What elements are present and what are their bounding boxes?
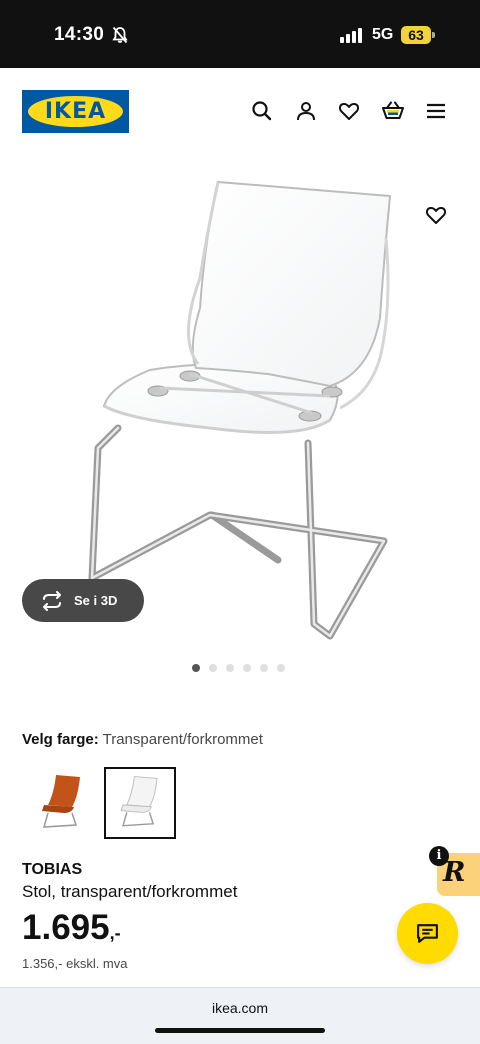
color-value: Transparent/forkrommet	[102, 731, 263, 748]
color-swatch-orange[interactable]	[26, 767, 98, 839]
color-swatch-transparent[interactable]	[104, 767, 176, 839]
ikea-logo[interactable]: IKEA	[22, 90, 129, 133]
product-description: Stol, transparent/forkrommet	[22, 882, 238, 901]
menu-icon[interactable]	[424, 99, 448, 123]
product-name: TOBIAS	[22, 861, 83, 878]
product-price: 1.695,-	[22, 908, 121, 948]
add-to-favourites-icon[interactable]	[424, 203, 448, 227]
color-label: Velg farge:	[22, 731, 99, 748]
rotate-3d-icon	[43, 591, 61, 611]
battery-icon: 63	[401, 26, 431, 44]
browser-url-bar[interactable]: ikea.com	[0, 987, 480, 1044]
price-excl-vat: 1.356,- ekskl. mva	[22, 956, 128, 971]
carousel-dot[interactable]	[192, 664, 200, 672]
status-bar: 14:30 5G 63	[0, 0, 480, 68]
status-time: 14:30	[54, 24, 105, 45]
cart-icon[interactable]	[381, 99, 405, 123]
info-icon[interactable]: i	[429, 846, 449, 866]
transparent-chair-thumbnail	[120, 776, 158, 827]
battery-tip	[432, 32, 435, 38]
carousel-dot[interactable]	[277, 664, 285, 672]
site-header: IKEA	[0, 68, 480, 158]
carousel-dot[interactable]	[226, 664, 234, 672]
view-3d-label: Se i 3D	[74, 593, 118, 608]
price-amount: 1.695	[22, 908, 110, 947]
search-icon[interactable]	[250, 99, 274, 123]
logo-text: IKEA	[44, 99, 107, 124]
carousel-indicator	[192, 664, 285, 672]
favourites-icon[interactable]	[337, 99, 361, 123]
account-icon[interactable]	[294, 99, 318, 123]
chat-button[interactable]	[397, 903, 458, 964]
silent-bell-icon	[112, 26, 128, 44]
carousel-dot[interactable]	[209, 664, 217, 672]
color-selection: Velg farge: Transparent/forkrommet	[22, 731, 263, 748]
home-indicator[interactable]	[155, 1028, 325, 1033]
network-type: 5G	[372, 26, 394, 43]
chat-icon	[417, 924, 438, 943]
carousel-dot[interactable]	[243, 664, 251, 672]
orange-chair-thumbnail	[42, 775, 80, 828]
signal-icon	[340, 27, 362, 43]
url-text: ikea.com	[211, 1000, 269, 1016]
carousel-dot[interactable]	[260, 664, 268, 672]
view-3d-button[interactable]: Se i 3D	[22, 579, 144, 622]
price-suffix: ,-	[109, 923, 121, 943]
